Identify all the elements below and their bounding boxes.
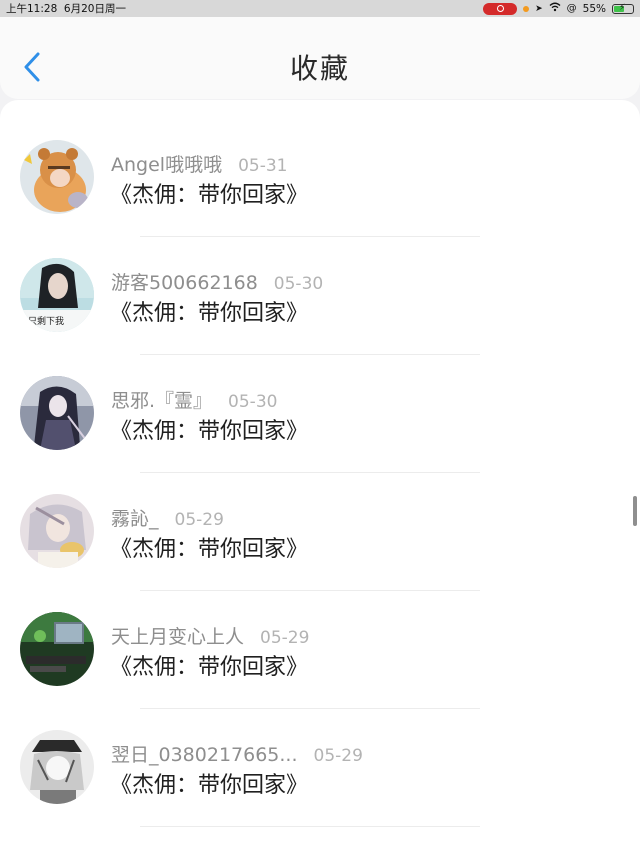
item-meta: 翌日_0380217665... 05-29 [111,740,363,767]
work-title[interactable]: 《杰佣：带你回家》 [110,177,308,209]
orientation-lock-icon: @ [566,3,577,14]
username[interactable]: Angel哦哦哦 [111,150,222,177]
favorites-list: Angel哦哦哦 05-31 《杰佣：带你回家》 只剩下我 游客50066216… [0,100,640,853]
battery-icon: ⚡ [612,3,634,14]
avatar-caption: 只剩下我 [28,315,64,327]
location-icon: ➤ [535,3,543,14]
status-bar: 上午11:28 6月20日周一 ➤ @ 55% ⚡ [0,0,640,17]
favorite-item[interactable]: Angel哦哦哦 05-31 《杰佣：带你回家》 [0,100,640,218]
item-meta: 霧訫_ 05-29 [111,504,224,531]
favorite-date: 05-29 [260,628,310,648]
username[interactable]: 翌日_0380217665... [111,740,298,767]
status-time-date: 上午11:28 6月20日周一 [6,3,126,15]
favorite-item[interactable]: 天上月变心上人 05-29 《杰佣：带你回家》 [0,572,640,690]
favorite-item[interactable]: 霧訫_ 05-29 《杰佣：带你回家》 [0,454,640,572]
screen-record-icon [483,2,518,15]
favorites-screen: 上午11:28 6月20日周一 ➤ @ 55% ⚡ 收藏 Angel哦哦哦 05… [0,0,640,853]
avatar-manga-hat[interactable] [20,730,94,804]
favorite-date: 05-29 [174,510,224,530]
item-meta: 天上月变心上人 05-29 [111,622,310,649]
avatar-girl-portrait[interactable]: 只剩下我 [20,258,94,332]
scrollbar-thumb[interactable] [633,496,637,526]
favorite-date: 05-30 [273,274,324,294]
avatar-anime-white-hair[interactable] [20,494,94,568]
work-title[interactable]: 《杰佣：带你回家》 [110,767,308,799]
username[interactable]: 天上月变心上人 [111,622,244,649]
item-meta: 游客500662168 05-30 [111,268,324,295]
favorite-date: 05-29 [313,746,363,766]
work-title[interactable]: 《杰佣：带你回家》 [110,295,308,327]
username[interactable]: 思邪.『霊』 [111,386,212,413]
username[interactable]: 游客500662168 [111,268,258,295]
page-title: 收藏 [289,52,350,85]
avatar-desk-setup[interactable] [20,612,94,686]
favorite-date: 05-30 [228,392,278,412]
wifi-icon [549,2,561,15]
divider [140,826,480,827]
favorite-date: 05-31 [238,156,288,176]
favorite-item[interactable]: 翌日_0380217665... 05-29 《杰佣：带你回家》 [0,690,640,808]
battery-percent: 55% [582,2,606,15]
avatar-tiger-costume[interactable] [20,140,94,214]
item-meta: 思邪.『霊』 05-30 [111,386,278,413]
work-title[interactable]: 《杰佣：带你回家》 [110,531,308,563]
username[interactable]: 霧訫_ [111,504,159,531]
favorite-item[interactable]: 思邪.『霊』 05-30 《杰佣：带你回家》 [0,336,640,454]
work-title[interactable]: 《杰佣：带你回家》 [110,413,308,445]
avatar-anime-dark-hair[interactable] [20,376,94,450]
favorite-item[interactable]: 只剩下我 游客500662168 05-30 《杰佣：带你回家》 [0,218,640,336]
mic-indicator-icon [523,5,530,12]
nav-header: 收藏 [0,17,640,99]
item-meta: Angel哦哦哦 05-31 [111,150,288,177]
work-title[interactable]: 《杰佣：带你回家》 [110,649,308,681]
